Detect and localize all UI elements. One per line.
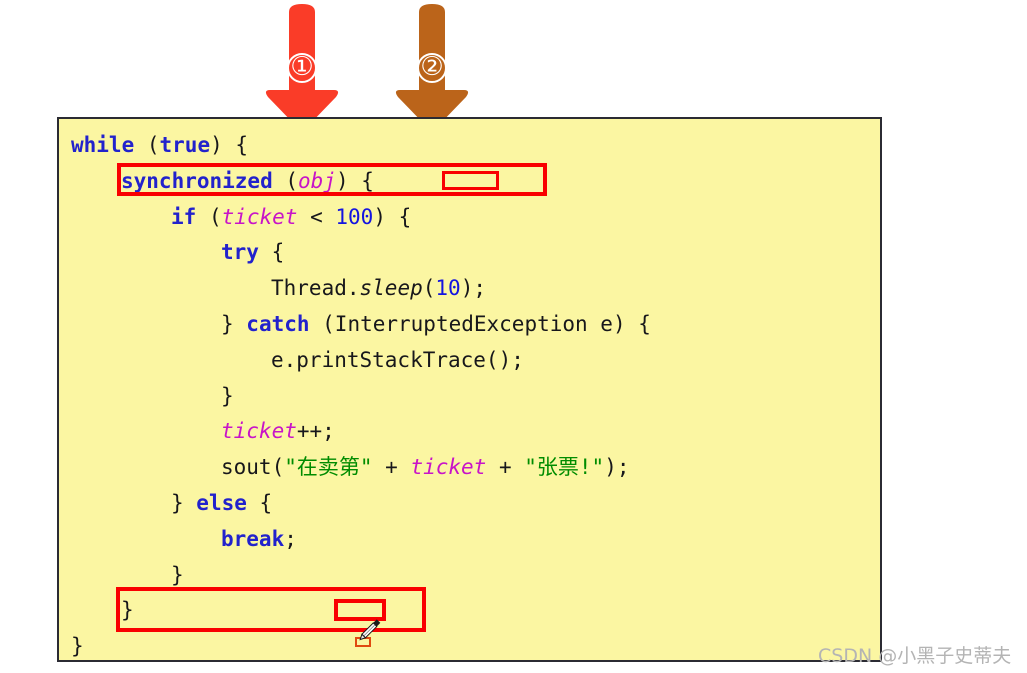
- code-token: }: [221, 312, 247, 336]
- code-token: ++;: [296, 419, 335, 444]
- code-token: ) {: [210, 133, 249, 157]
- arrow-down-icon: [265, 4, 339, 130]
- code-token: }: [171, 562, 184, 587]
- pencil-cursor-icon: [354, 615, 384, 645]
- line-while-close: }: [71, 636, 84, 657]
- code-token: 10: [435, 276, 461, 301]
- code-token: else: [196, 491, 247, 515]
- line-try: try {: [221, 242, 284, 263]
- code-token: while: [71, 133, 135, 157]
- code-token: "张票!": [524, 455, 605, 480]
- code-snippet-panel: while (true) {synchronized (obj) {if (ti…: [57, 117, 882, 662]
- code-token: }: [71, 634, 84, 659]
- code-token: +: [486, 455, 525, 480]
- code-token: "在卖第": [284, 455, 373, 480]
- code-token: {: [258, 240, 285, 265]
- code-token: {: [246, 491, 273, 515]
- code-token: ticket: [410, 455, 487, 480]
- code-token: (InterruptedException e) {: [309, 312, 651, 336]
- code-token: (: [422, 276, 436, 301]
- highlight-box-synchronized-inner: [442, 171, 499, 190]
- line-sleep: Thread.sleep(10);: [271, 278, 486, 299]
- code-token: break: [221, 526, 285, 551]
- line-sout: sout("在卖第" + ticket + "张票!");: [221, 457, 629, 478]
- code-token: 100: [335, 204, 374, 229]
- code-token: sout(: [221, 455, 285, 480]
- code-token: ) {: [373, 204, 412, 229]
- line-break: break;: [221, 526, 297, 551]
- code-token: (: [196, 204, 222, 229]
- code-token: if: [171, 204, 197, 229]
- line-printstacktrace: e.printStackTrace();: [271, 347, 524, 372]
- arrow-down-icon: [395, 4, 469, 130]
- code-token: sleep: [359, 276, 423, 301]
- code-token: );: [460, 276, 486, 301]
- line-try-close: }: [221, 383, 234, 408]
- code-token: ticket: [221, 204, 298, 229]
- annotation-arrow-1: ①: [262, 2, 342, 132]
- code-token: }: [171, 491, 197, 515]
- code-token: <: [297, 204, 336, 229]
- csdn-watermark: CSDN @小黑子史蒂夫: [818, 645, 1012, 667]
- code-token: try: [221, 240, 259, 265]
- code-token: Thread.: [271, 276, 360, 301]
- annotation-arrow-2: ②: [392, 2, 472, 132]
- code-token: catch: [246, 312, 310, 336]
- code-token: (: [134, 133, 160, 157]
- line-while: while (true) {: [71, 135, 248, 156]
- line-else: } else {: [171, 493, 272, 514]
- line-ticket-increment: ticket++;: [221, 421, 335, 442]
- code-token: }: [221, 383, 234, 408]
- line-else-close: }: [171, 562, 184, 587]
- line-catch: } catch (InterruptedException e) {: [221, 314, 651, 335]
- code-token: true: [159, 133, 211, 157]
- code-token: +: [372, 455, 411, 480]
- code-token: ;: [284, 526, 297, 551]
- code-token: ticket: [221, 419, 297, 444]
- code-token: e.printStackTrace();: [271, 347, 524, 372]
- code-token: );: [604, 455, 630, 480]
- line-if: if (ticket < 100) {: [171, 204, 412, 229]
